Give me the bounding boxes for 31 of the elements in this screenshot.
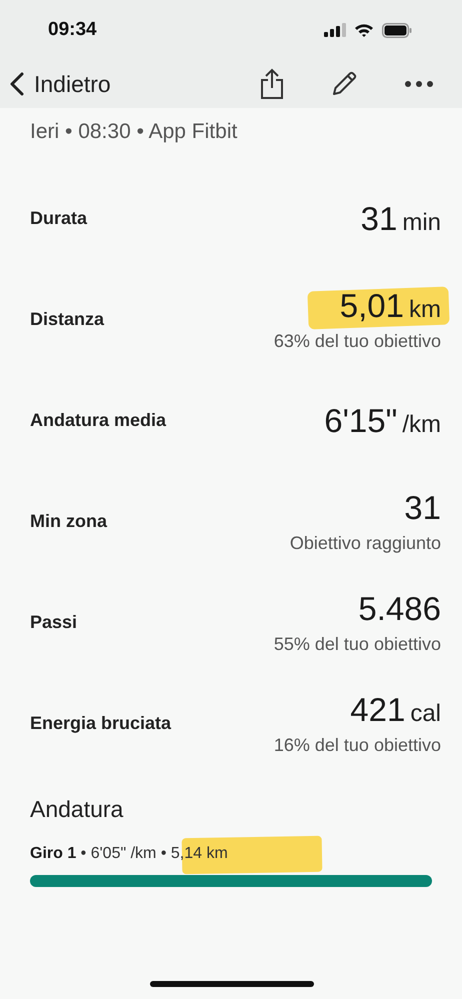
metric-value: 31 xyxy=(404,489,441,527)
signal-icon xyxy=(324,23,346,37)
metric-value: 31 xyxy=(360,200,398,238)
section-title: Andatura xyxy=(30,796,124,823)
metric-label: Andatura media xyxy=(30,410,166,431)
metric-value: 421 xyxy=(350,691,406,729)
status-time: 09:34 xyxy=(48,19,97,41)
metric-note: 55% del tuo obiettivo xyxy=(274,634,441,655)
more-icon[interactable] xyxy=(404,80,434,88)
metric-value: 5.486 xyxy=(358,590,441,628)
metric-label: Distanza xyxy=(30,309,104,330)
chevron-left-icon[interactable] xyxy=(10,72,24,96)
metric-value: 6'15" xyxy=(324,402,398,440)
battery-icon xyxy=(382,22,412,38)
wifi-icon xyxy=(354,23,374,37)
metric-unit: /km xyxy=(402,410,441,438)
metric-note: Obiettivo raggiunto xyxy=(290,533,441,554)
share-icon[interactable] xyxy=(260,68,284,100)
back-button[interactable]: Indietro xyxy=(10,70,111,98)
metric-unit: min xyxy=(402,208,441,236)
metric-value: 5,01 xyxy=(340,287,404,325)
metric-note: 16% del tuo obiettivo xyxy=(274,735,441,756)
edit-icon[interactable] xyxy=(330,70,358,98)
activity-subtitle: Ieri • 08:30 • App Fitbit xyxy=(29,119,238,144)
metric-unit: cal xyxy=(410,700,441,728)
metric-note: 63% del tuo obiettivo xyxy=(274,331,441,352)
metric-unit: km xyxy=(409,296,441,324)
metric-label: Durata xyxy=(30,208,88,229)
metric-label: Min zona xyxy=(30,511,107,532)
metric-label: Passi xyxy=(30,612,78,633)
metric-label: Energia bruciata xyxy=(30,713,172,734)
